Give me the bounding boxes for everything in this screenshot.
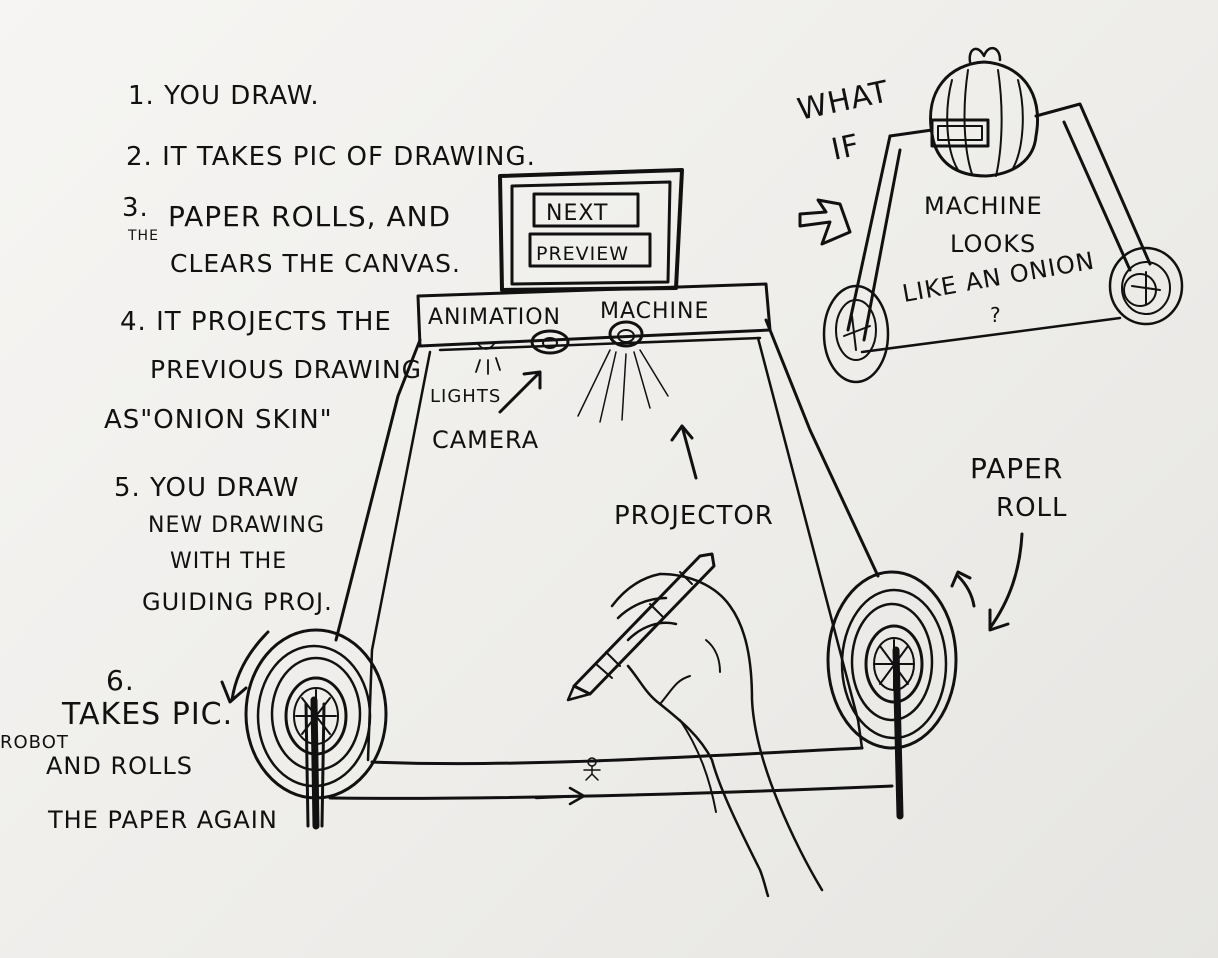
step-3-line1: PAPER ROLLS, AND	[168, 200, 451, 233]
step-4-line1: 4. IT PROJECTS THE	[120, 307, 392, 337]
step-3-line2: CLEARS THE CANVAS.	[170, 249, 461, 278]
step-3-number: 3.	[122, 193, 149, 223]
machine-screen: NEXT PREVIEW	[498, 168, 684, 292]
what-if-arrow-icon	[798, 198, 852, 246]
paper-roll-label-2: ROLL	[996, 493, 1068, 523]
lights-label: LIGHTS	[430, 386, 501, 407]
sketch-canvas: 1. YOU DRAW. 2. IT TAKES PIC OF DRAWING.…	[0, 47, 1184, 898]
what-if-line2: IF	[828, 128, 863, 168]
left-paper-roll	[244, 628, 388, 830]
projector-label: PROJECTOR	[614, 501, 774, 531]
step-6-line4: THE PAPER AGAIN	[47, 806, 278, 834]
machine-title-right: MACHINE	[600, 299, 709, 324]
next-button-label: NEXT	[546, 201, 608, 226]
step-4-line2: PREVIOUS DRAWING	[150, 355, 422, 384]
step-5-line3: WITH THE	[170, 549, 287, 574]
step-list: 1. YOU DRAW. 2. IT TAKES PIC OF DRAWING.…	[0, 81, 536, 834]
hand-with-pen-drawing	[566, 552, 824, 898]
step-4-line3: AS"ONION SKIN"	[104, 405, 333, 435]
projector-arrow	[670, 424, 698, 480]
right-paper-roll	[826, 570, 958, 820]
what-if-body-line1: MACHINE	[924, 192, 1043, 220]
step-6-line3: AND ROLLS	[46, 752, 193, 780]
paper-roll-arrow	[988, 532, 1024, 632]
projector-rays	[577, 349, 669, 423]
step-1: 1. YOU DRAW.	[128, 81, 320, 111]
step-2: 2. IT TAKES PIC OF DRAWING.	[126, 142, 536, 172]
camera-label: CAMERA	[432, 426, 539, 454]
step-6-line2: TAKES PIC.	[61, 697, 233, 732]
machine-title-left: ANIMATION	[428, 305, 561, 330]
camera-arrow	[498, 370, 542, 414]
roll-rotation-arrow	[950, 570, 976, 608]
what-if-body-line4: ?	[990, 303, 1002, 327]
paper-belt	[328, 746, 894, 806]
what-if-line1: WHAT	[794, 74, 892, 128]
step-3-the: THE	[127, 228, 159, 244]
paper-roll-label-1: PAPER	[970, 452, 1063, 485]
step-6-robot: ROBOT	[0, 732, 69, 753]
step-5-line1: 5. YOU DRAW	[114, 473, 299, 503]
preview-button-label: PREVIEW	[536, 243, 629, 265]
step-6-number: 6.	[106, 664, 135, 697]
step-5-line2: NEW DRAWING	[148, 513, 325, 538]
step-5-line4: GUIDING PROJ.	[142, 588, 333, 616]
what-if-body-line2: LOOKS	[950, 230, 1036, 258]
